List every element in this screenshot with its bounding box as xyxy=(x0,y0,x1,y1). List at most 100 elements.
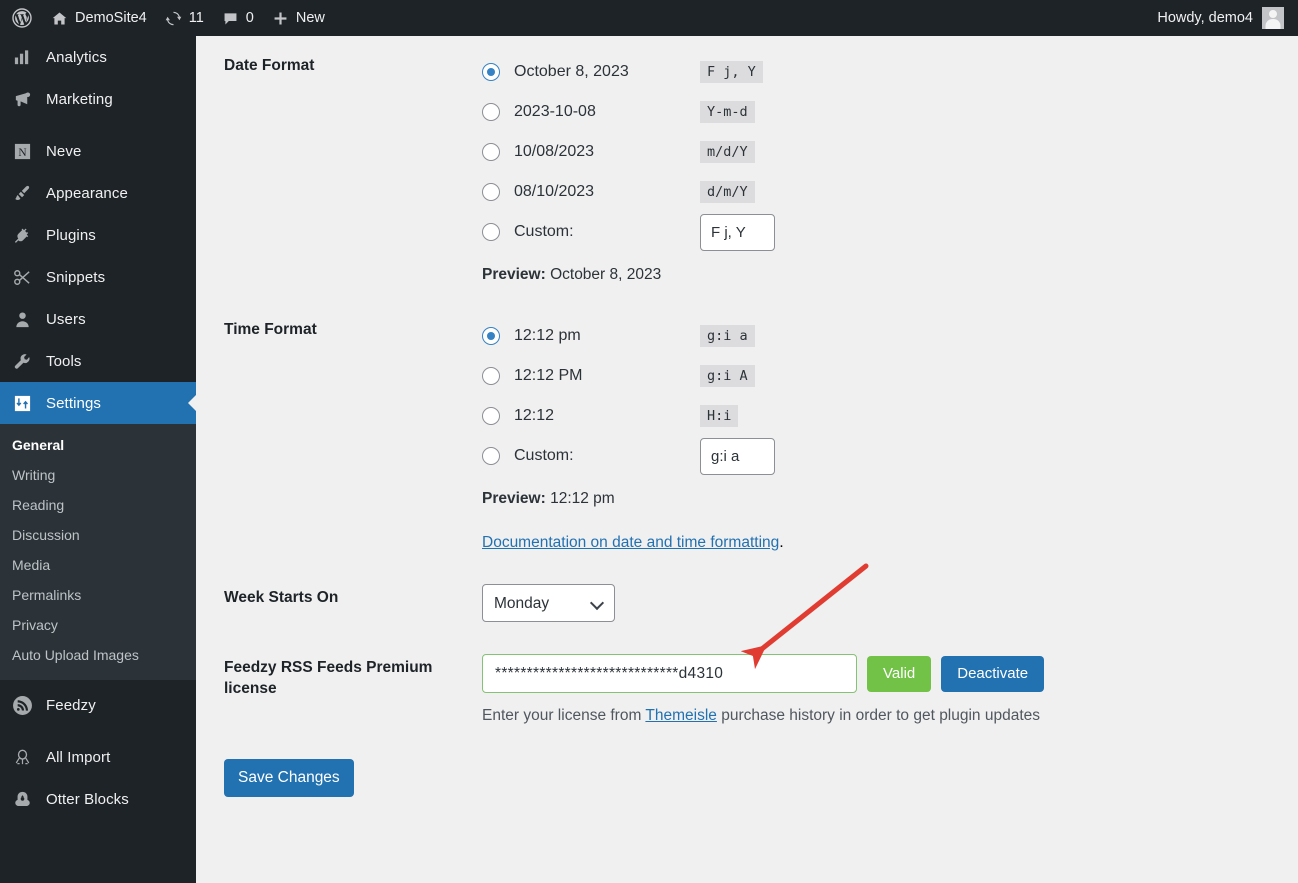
license-key-input[interactable] xyxy=(482,654,857,693)
date-format-option[interactable]: October 8, 2023 F j, Y xyxy=(482,52,1288,92)
sidebar-item-writing[interactable]: Writing xyxy=(0,460,196,490)
sidebar-item-appearance[interactable]: Appearance xyxy=(0,172,196,214)
license-status-badge[interactable]: Valid xyxy=(867,655,932,692)
sidebar-item-otter-blocks[interactable]: Otter Blocks xyxy=(0,778,196,820)
time-format-code: g:i A xyxy=(700,365,755,387)
date-format-preview-label: Preview: xyxy=(482,266,546,283)
sidebar-item-users[interactable]: Users xyxy=(0,298,196,340)
updates-menu[interactable]: 11 xyxy=(156,0,213,36)
date-format-radio-m-d-y[interactable] xyxy=(482,143,500,161)
feedzy-rss-icon xyxy=(11,694,33,716)
feedzy-license-label: Feedzy RSS Feeds Premium license xyxy=(224,659,433,697)
date-format-code: d/m/Y xyxy=(700,181,755,203)
sidebar-item-neve[interactable]: N Neve xyxy=(0,130,196,172)
sidebar-item-discussion[interactable]: Discussion xyxy=(0,520,196,550)
time-format-option[interactable]: 12:12 pm g:i a xyxy=(482,316,1288,356)
date-format-sample: 10/08/2023 xyxy=(514,143,595,160)
week-starts-on-select[interactable]: Monday xyxy=(482,584,615,622)
svg-text:N: N xyxy=(18,146,26,158)
wordpress-logo-menu[interactable] xyxy=(0,0,42,36)
wrench-icon xyxy=(11,350,33,372)
sidebar-separator xyxy=(0,120,196,130)
date-format-radio-d-m-y[interactable] xyxy=(482,183,500,201)
time-format-options: 12:12 pm g:i a 12:12 PM g:i A 12:12 H:i xyxy=(472,300,1298,568)
avatar xyxy=(1262,7,1284,29)
new-label: New xyxy=(295,10,325,26)
themeisle-link[interactable]: Themeisle xyxy=(645,707,717,724)
sidebar-item-auto-upload-images[interactable]: Auto Upload Images xyxy=(0,640,196,670)
date-format-sample: October 8, 2023 xyxy=(514,63,629,80)
all-import-icon xyxy=(11,746,33,768)
sidebar-item-label: Appearance xyxy=(46,184,128,202)
time-format-preview: Preview: 12:12 pm xyxy=(482,490,1288,508)
sidebar-item-reading[interactable]: Reading xyxy=(0,490,196,520)
sidebar-item-media[interactable]: Media xyxy=(0,550,196,580)
sidebar-item-label: Users xyxy=(46,310,86,328)
updates-count: 11 xyxy=(188,10,204,26)
settings-general-content: Date Format October 8, 2023 F j, Y 2023-… xyxy=(196,36,1298,883)
sidebar-item-settings[interactable]: Settings xyxy=(0,382,196,424)
date-format-option[interactable]: 10/08/2023 m/d/Y xyxy=(482,132,1288,172)
admin-sidebar: Analytics Marketing N Neve Appearance Pl… xyxy=(0,36,196,883)
license-input-group: Valid Deactivate xyxy=(482,654,1288,693)
sidebar-item-privacy[interactable]: Privacy xyxy=(0,610,196,640)
time-format-custom-input[interactable] xyxy=(700,437,775,475)
time-format-radio-gia-upper[interactable] xyxy=(482,367,500,385)
sidebar-item-feedzy[interactable]: Feedzy xyxy=(0,684,196,726)
chart-bar-icon xyxy=(11,46,33,68)
sidebar-item-snippets[interactable]: Snippets xyxy=(0,256,196,298)
date-format-radio-custom[interactable] xyxy=(482,223,500,241)
date-format-option[interactable]: 08/10/2023 d/m/Y xyxy=(482,172,1288,212)
date-format-code: m/d/Y xyxy=(700,141,755,163)
sidebar-item-label: Tools xyxy=(46,352,82,370)
time-format-custom-option[interactable]: Custom: xyxy=(482,436,1288,476)
save-changes-button[interactable]: Save Changes xyxy=(224,759,354,797)
date-format-option[interactable]: 2023-10-08 Y-m-d xyxy=(482,92,1288,132)
plug-icon xyxy=(11,224,33,246)
sidebar-item-analytics[interactable]: Analytics xyxy=(0,36,196,78)
date-format-preview-value: October 8, 2023 xyxy=(550,266,662,283)
time-format-radio-gia-lower[interactable] xyxy=(482,327,500,345)
sidebar-separator-2 xyxy=(0,726,196,736)
time-format-sample: 12:12 xyxy=(514,407,555,424)
comments-menu[interactable]: 0 xyxy=(213,0,263,36)
time-format-radio-hi[interactable] xyxy=(482,407,500,425)
settings-submenu: General Writing Reading Discussion Media… xyxy=(0,424,196,680)
week-starts-on-control: Monday xyxy=(472,568,1298,638)
time-format-radio-custom[interactable] xyxy=(482,447,500,465)
plus-icon xyxy=(272,10,289,27)
sidebar-item-plugins[interactable]: Plugins xyxy=(0,214,196,256)
updates-icon xyxy=(165,10,182,27)
feedzy-license-control: Valid Deactivate Enter your license from… xyxy=(472,638,1298,741)
neve-n-icon: N xyxy=(11,140,33,162)
time-format-option[interactable]: 12:12 PM g:i A xyxy=(482,356,1288,396)
time-format-sample: 12:12 pm xyxy=(514,327,581,344)
license-description: Enter your license from Themeisle purcha… xyxy=(482,707,1288,725)
time-format-code: H:i xyxy=(700,405,739,427)
sidebar-item-label: Feedzy xyxy=(46,696,96,714)
sidebar-item-label: All Import xyxy=(46,748,111,766)
deactivate-license-button[interactable]: Deactivate xyxy=(941,655,1045,692)
date-format-custom-label: Custom: xyxy=(514,223,574,240)
documentation-link-period: . xyxy=(779,534,784,551)
sidebar-item-marketing[interactable]: Marketing xyxy=(0,78,196,120)
date-format-custom-input[interactable] xyxy=(700,213,775,251)
date-format-radio-y-m-d[interactable] xyxy=(482,103,500,121)
megaphone-icon xyxy=(11,88,33,110)
sidebar-item-all-import[interactable]: All Import xyxy=(0,736,196,778)
comment-bubble-icon xyxy=(222,10,239,27)
new-content-menu[interactable]: New xyxy=(263,0,334,36)
sidebar-item-tools[interactable]: Tools xyxy=(0,340,196,382)
time-format-option[interactable]: 12:12 H:i xyxy=(482,396,1288,436)
date-format-custom-option[interactable]: Custom: xyxy=(482,212,1288,252)
date-format-sample: 2023-10-08 xyxy=(514,103,596,120)
documentation-link-wrap: Documentation on date and time formattin… xyxy=(482,508,1288,552)
documentation-link[interactable]: Documentation on date and time formattin… xyxy=(482,534,779,552)
license-desc-after: purchase history in order to get plugin … xyxy=(716,707,1041,724)
sidebar-item-permalinks[interactable]: Permalinks xyxy=(0,580,196,610)
account-menu[interactable]: Howdy, demo4 xyxy=(1157,7,1298,29)
date-format-radio-f-j-y[interactable] xyxy=(482,63,500,81)
home-icon xyxy=(51,10,68,27)
sidebar-item-general[interactable]: General xyxy=(0,430,196,460)
site-name-menu[interactable]: DemoSite4 xyxy=(42,0,156,36)
